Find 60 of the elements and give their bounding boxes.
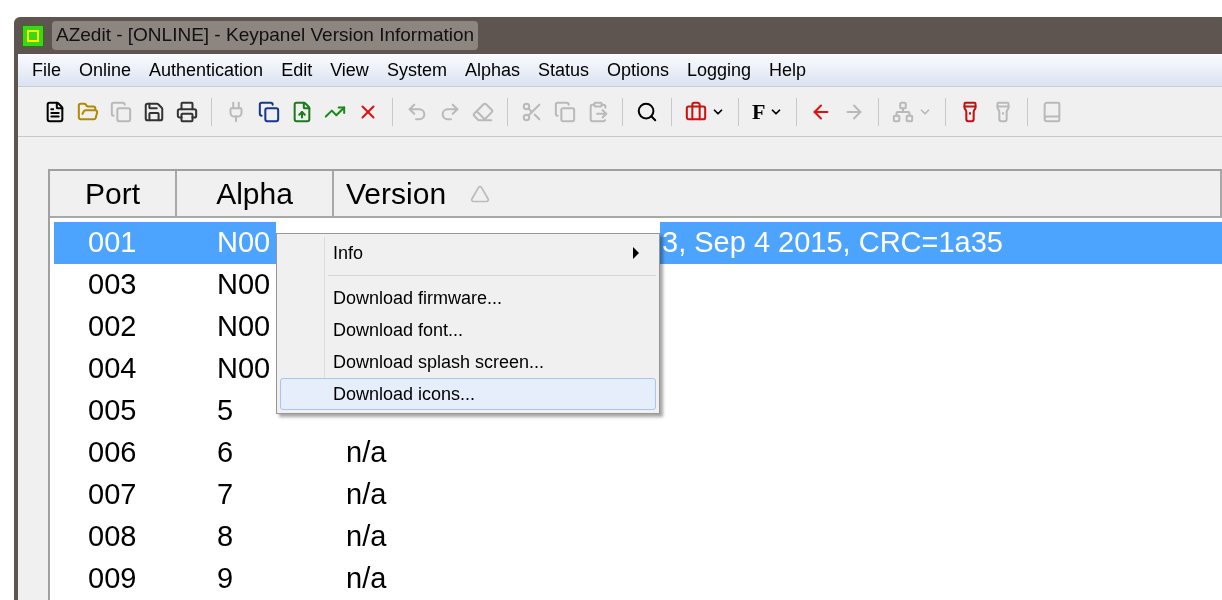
export-icon [291, 100, 313, 123]
window-title: AZedit - [ONLINE] - Keypanel Version Information [52, 21, 479, 50]
table-cell-text: 6 [216, 435, 235, 471]
table-cell-text: N00 [216, 309, 272, 345]
table-cell-text: 5 [216, 393, 235, 429]
context-menu-item[interactable]: Info [280, 237, 656, 269]
table-cell[interactable]: 002 [54, 306, 177, 348]
table-cell-text: n/a [345, 519, 388, 555]
table-cell[interactable]: 005 [54, 390, 177, 432]
menu-item[interactable]: Logging [681, 56, 758, 84]
table-cell-text: 8 [216, 519, 235, 555]
menu-item[interactable]: Authentication [143, 56, 270, 84]
menu-item[interactable]: View [324, 56, 375, 84]
table-cell-text: n/a [345, 477, 388, 513]
table-cell-text: n/a [345, 561, 388, 597]
menu-item[interactable]: Options [600, 56, 675, 84]
save-icon [143, 100, 165, 123]
menu-item[interactable]: System [380, 56, 453, 84]
table-cell: 3, Sep 4 2015, CRC=1a35 [660, 222, 1222, 264]
search-icon [636, 100, 658, 123]
sort-ascending-icon [470, 183, 491, 204]
table-cell[interactable]: 003 [54, 264, 177, 306]
table-cell[interactable]: 004 [54, 348, 177, 390]
column-header[interactable]: Port [50, 171, 177, 218]
context-menu-item[interactable]: Download icons... [280, 378, 656, 410]
copy-icon [258, 100, 280, 123]
document-icon [44, 100, 66, 123]
table-cell-text: n/a [345, 435, 388, 471]
cut-icon [521, 100, 543, 123]
menu-item[interactable]: Alphas [458, 56, 526, 84]
folder-icon [77, 100, 99, 123]
table-cell-text: N00 [216, 267, 272, 303]
print-icon [176, 100, 198, 123]
menu-item[interactable]: Edit [275, 56, 319, 84]
menu-item[interactable]: Help [763, 56, 813, 84]
table-cell-text: N00 [216, 351, 272, 387]
context-menu-item[interactable]: Download splash screen... [280, 346, 656, 378]
copy-icon [554, 100, 576, 123]
table-cell[interactable]: 009 [54, 558, 177, 600]
table-cell-text: 9 [216, 561, 235, 597]
table-cell-text: 7 [216, 477, 235, 513]
eraser-icon [472, 100, 494, 123]
copy-icon [110, 100, 132, 123]
table-cell[interactable]: 007 [54, 474, 177, 516]
toolbar-button[interactable]: F [748, 95, 788, 128]
menu-item[interactable]: Status [531, 56, 595, 84]
context-menu-item[interactable]: Download font... [280, 314, 656, 346]
network-icon [892, 100, 915, 123]
table-cell[interactable]: 008 [54, 516, 177, 558]
paste-icon [587, 100, 609, 123]
menu-item[interactable]: Online [73, 56, 138, 84]
column-header[interactable]: Version [334, 171, 1222, 218]
table-cell: N00 [177, 222, 276, 264]
column-header[interactable]: Alpha [177, 171, 334, 218]
app-logo-icon [22, 24, 44, 47]
context-menu-item[interactable]: Download firmware... [280, 282, 656, 314]
table-cell[interactable]: 006 [54, 432, 177, 474]
menu-item[interactable]: File [26, 56, 67, 84]
submenu-arrow-icon [633, 247, 639, 259]
toolbox-icon [685, 100, 707, 123]
